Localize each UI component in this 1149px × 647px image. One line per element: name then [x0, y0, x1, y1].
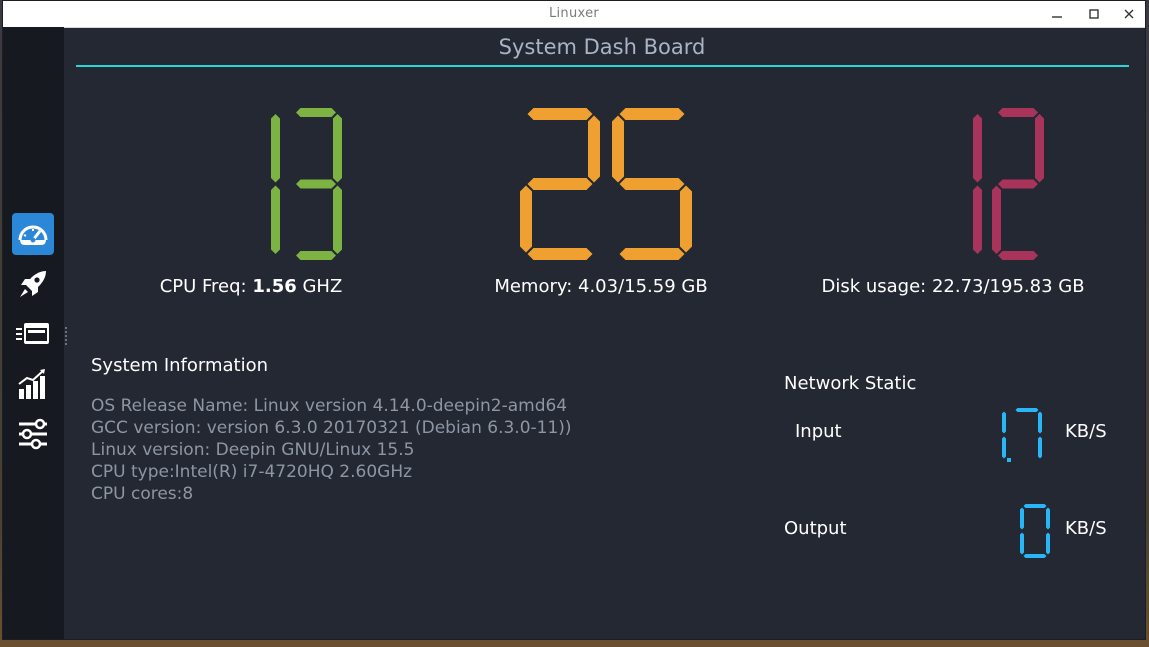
title-divider	[76, 65, 1129, 67]
cpu-freq-label: CPU Freq: 1.56 GHZ	[151, 276, 351, 297]
cpu-freq-value: 1.56	[252, 276, 297, 297]
cpu-lcd-display-segment-g	[296, 179, 336, 189]
cpu-lcd-display-segment-d	[296, 251, 336, 260]
network-static-title: Network Static	[784, 373, 917, 394]
page-title: System Dash Board	[498, 35, 706, 59]
cpu-lcd-display-segment-b	[271, 114, 280, 183]
memory-lcd-display-segment-e	[520, 185, 532, 253]
network-input-lcd-digit-0	[1002, 411, 1006, 459]
memory-lcd-display-digit-0	[520, 108, 600, 260]
cpu-type-line: CPU type:Intel(R) i7-4720HQ 2.60GHz	[91, 462, 413, 482]
disk-lcd-display-segment-a	[998, 108, 1038, 117]
network-output-lcd-segment-e	[1020, 532, 1024, 555]
cpu-freq-unit: GHZ	[296, 276, 343, 297]
memory-lcd-display-segment-g	[527, 178, 593, 190]
cpu-lcd-display-segment-a	[296, 108, 336, 117]
network-input-lcd-segment-c	[1002, 436, 1006, 459]
cpu-lcd-display	[271, 108, 342, 260]
network-input-lcd-digit-1	[1015, 408, 1042, 459]
sidebar	[3, 27, 64, 639]
disk-lcd-display	[973, 108, 1044, 260]
cpu-cores-line: CPU cores:8	[91, 484, 194, 504]
network-output-lcd-segment-c	[1046, 532, 1050, 555]
network-input-lcd-segment-c	[1038, 436, 1042, 459]
memory-lcd-display-segment-g	[619, 178, 685, 190]
network-output-label: Output	[784, 518, 847, 539]
app-window: Linuxer System Dash Board CPU Freq: 1.56…	[2, 0, 1146, 640]
maximize-icon	[1089, 9, 1099, 19]
network-output-lcd	[1020, 504, 1050, 558]
bar-chart-icon	[18, 369, 45, 399]
network-input-lcd-segment-b	[1002, 411, 1006, 434]
cpu-lcd-display-digit-1	[296, 108, 342, 260]
sidebar-item-stats[interactable]	[12, 363, 54, 405]
linux-version-line: Linux version: Deepin GNU/Linux 15.5	[91, 440, 415, 460]
network-output-lcd-segment-b	[1046, 507, 1050, 530]
disk-lcd-display-digit-0	[973, 114, 982, 254]
cpu-lcd-display-segment-c	[271, 185, 280, 254]
memory-lcd-display-segment-b	[588, 115, 600, 183]
close-icon	[1124, 9, 1134, 19]
maximize-button[interactable]	[1076, 1, 1112, 27]
sidebar-item-process[interactable]	[12, 313, 54, 355]
memory-lcd-display	[520, 108, 692, 260]
sidebar-item-settings[interactable]	[12, 413, 54, 455]
network-output-lcd-segment-f	[1020, 507, 1024, 530]
network-input-label: Input	[795, 421, 842, 442]
network-output-lcd-segment-d	[1023, 554, 1047, 558]
memory-lcd-display-segment-f	[612, 115, 624, 183]
window-stack-icon	[16, 323, 49, 344]
minimize-icon	[1052, 16, 1062, 18]
disk-lcd-display-segment-b	[1035, 114, 1044, 183]
disk-lcd-display-segment-g	[998, 179, 1038, 189]
minimize-button[interactable]	[1039, 1, 1075, 27]
network-input-lcd-segment-a	[1015, 408, 1039, 412]
network-output-unit: KB/S	[1065, 518, 1107, 539]
network-input-lcd-decimal-point	[1007, 458, 1011, 462]
sidebar-item-rocket[interactable]	[12, 263, 54, 305]
memory-lcd-display-segment-d	[619, 248, 685, 260]
disk-lcd-display-segment-d	[998, 251, 1038, 260]
memory-lcd-display-segment-a	[619, 108, 685, 120]
disk-lcd-display-segment-e	[992, 185, 1001, 254]
network-input-lcd	[1002, 408, 1042, 462]
memory-lcd-display-segment-a	[527, 108, 593, 120]
sidebar-item-dashboard[interactable]	[12, 213, 54, 255]
network-output-lcd-digit-0	[1020, 504, 1050, 558]
memory-label: Memory: 4.03/15.59 GB	[494, 276, 708, 297]
window-title: Linuxer	[548, 6, 600, 21]
memory-lcd-display-segment-c	[680, 185, 692, 253]
speedometer-icon	[18, 225, 48, 245]
close-button[interactable]	[1111, 1, 1147, 27]
cpu-lcd-display-segment-c	[333, 185, 342, 254]
cpu-lcd-display-digit-0	[271, 114, 280, 254]
system-information-title: System Information	[91, 355, 269, 376]
title-bar[interactable]: Linuxer	[3, 1, 1145, 28]
cpu-lcd-display-segment-b	[333, 114, 342, 183]
splitter-handle[interactable]	[65, 327, 69, 345]
rocket-icon	[20, 271, 46, 297]
system-information-list: OS Release Name: Linux version 4.14.0-de…	[91, 395, 572, 505]
disk-lcd-display-digit-1	[992, 108, 1044, 260]
gcc-version-line: GCC version: version 6.3.0 20170321 (Deb…	[91, 418, 572, 438]
network-input-lcd-segment-b	[1038, 411, 1042, 434]
network-output-lcd-segment-a	[1023, 504, 1047, 508]
disk-usage-label: Disk usage: 22.73/195.83 GB	[821, 276, 1085, 297]
os-release-line: OS Release Name: Linux version 4.14.0-de…	[91, 396, 568, 416]
memory-lcd-display-segment-d	[527, 248, 593, 260]
memory-lcd-display-digit-1	[612, 108, 692, 260]
sliders-icon	[19, 418, 47, 450]
disk-lcd-display-segment-c	[973, 185, 982, 254]
network-input-unit: KB/S	[1065, 421, 1107, 442]
disk-lcd-display-segment-b	[973, 114, 982, 183]
cpu-freq-prefix: CPU Freq:	[159, 276, 253, 297]
